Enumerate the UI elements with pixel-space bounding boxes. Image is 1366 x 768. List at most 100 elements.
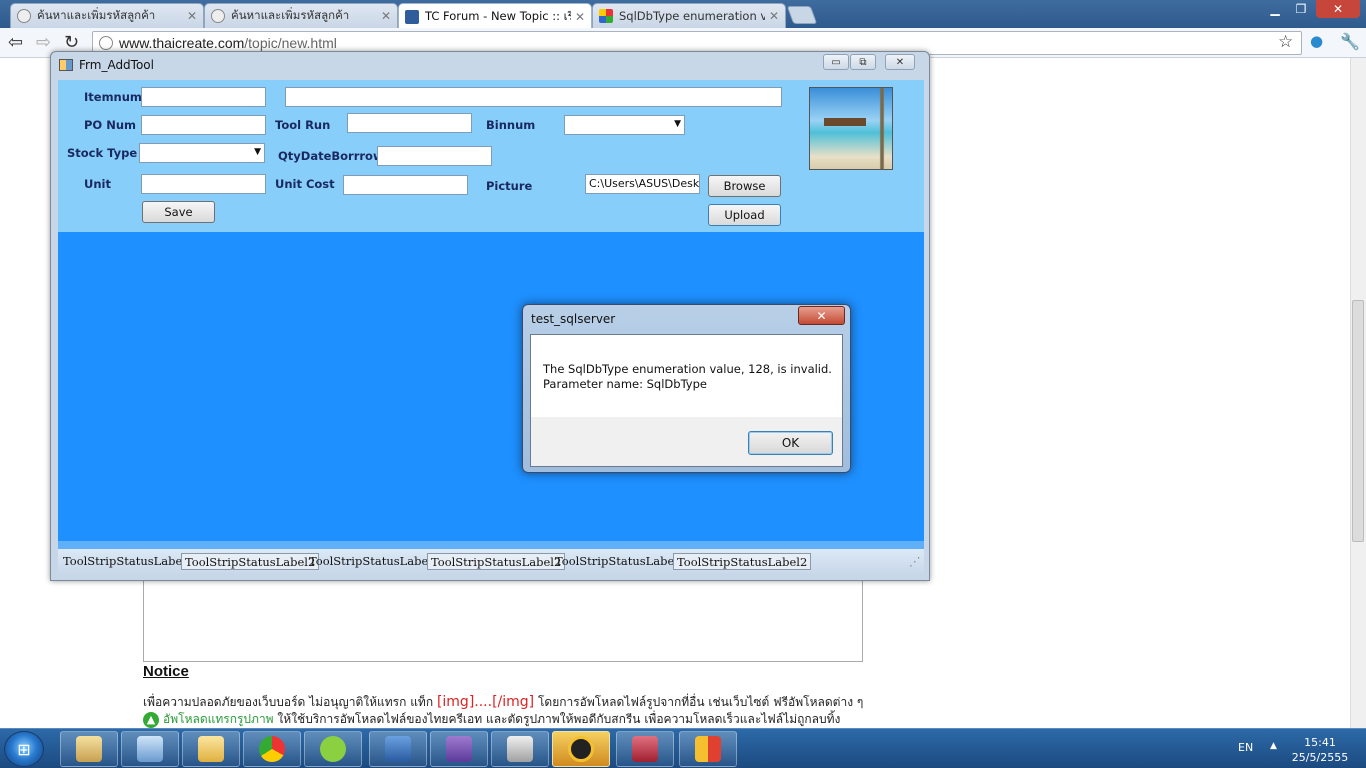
item-description-input[interactable] [285,87,782,107]
taskbar: ⊞ EN ▲ 15:41 25/5/2555 [0,728,1366,768]
access-icon [632,736,658,762]
status-label: ToolStripStatusLabel2 [673,553,812,570]
notice-line-2: ▲ อัพโหลดแทรกรูปภาพ ให้ใช้บริการอัพโหลดไฟ… [143,710,840,729]
maximize-icon[interactable]: ❐ [1288,0,1314,18]
taskbar-visualstudio-button[interactable] [430,731,488,767]
qty-date-borrow-input[interactable] [377,146,492,166]
status-strip: ToolStripStatusLabel1 ToolStripStatusLab… [58,541,924,574]
upload-arrow-icon: ▲ [143,712,159,728]
notice-text: เพื่อความปลอดภัยของเว็บบอร์ด ไม่อนุญาติใ… [143,695,437,709]
star-icon[interactable]: ☆ [1278,32,1293,52]
browser-tab-bar: ค้นหาและเพิ่มรหัสลูกค้า ✕ ค้นหาและเพิ่มร… [0,0,1366,29]
taskbar-tools-button[interactable] [491,731,549,767]
app-icon [568,736,594,762]
status-label: ToolStripStatusLabel1 [555,554,686,568]
taskbar-access-button[interactable] [616,731,674,767]
dropdown-arrow-icon: ▼ [674,119,681,129]
tab-label: ค้นหาและเพิ่มรหัสลูกค้า [231,8,350,22]
picture-path-input[interactable]: C:\Users\ASUS\Deskt [585,174,700,194]
language-indicator[interactable]: EN [1238,741,1253,754]
binnum-label: Binnum [486,118,536,132]
input-panel: Itemnum PO Num Tool Run Binnum ▼ Stock T… [58,80,924,232]
ok-button[interactable]: OK [748,431,833,455]
infinity-icon [446,736,472,762]
minimize-icon[interactable]: ▭ [823,54,849,70]
close-icon[interactable]: ✕ [885,54,915,70]
status-label: ToolStripStatusLabel1 [63,554,194,568]
folder-icon [76,736,102,762]
tab-close-icon[interactable]: ✕ [769,9,779,23]
window-titlebar[interactable]: Frm_AddTool ▭ ⧉ ✕ [51,52,929,80]
tab-close-icon[interactable]: ✕ [381,9,391,23]
maximize-icon[interactable]: ⧉ [850,54,876,70]
error-message: The SqlDbType enumeration value, 128, is… [543,362,832,392]
cube-icon [137,736,163,762]
notice-text: โดยการอัพโหลดไฟล์รูปจากที่อื่น เช่นเว็บไ… [534,695,864,709]
binnum-combobox[interactable]: ▼ [564,115,685,135]
taskbar-folder-button[interactable] [182,731,240,767]
skype-icon[interactable]: ● [1310,32,1323,50]
error-message-line: Parameter name: SqlDbType [543,377,707,391]
new-tab-button[interactable] [786,6,818,24]
google-icon [599,9,613,23]
upload-image-link[interactable]: อัพโหลดแทรกรูปภาพ [163,712,274,726]
clock[interactable]: 15:41 25/5/2555 [1290,735,1350,765]
taskbar-explorer-button[interactable] [60,731,118,767]
browser-tab-3-active[interactable]: TC Forum - New Topic :: เริ่ ✕ [398,3,592,29]
taskbar-gtalk-button[interactable] [304,731,362,767]
po-num-input[interactable] [141,115,266,135]
reload-icon[interactable]: ↻ [64,32,79,53]
tc-icon [405,9,419,24]
building-icon [385,736,411,762]
tools-icon [507,736,533,762]
tab-close-icon[interactable]: ✕ [575,10,585,24]
tab-label: SqlDbType enumeration val [619,9,765,23]
forward-arrow-icon[interactable]: ⇨ [36,32,51,53]
taskbar-active-app-button[interactable] [552,731,610,767]
unit-cost-input[interactable] [343,175,468,195]
page-scrollbar-thumb[interactable] [1352,300,1364,542]
tray-expand-icon[interactable]: ▲ [1270,741,1277,751]
tool-run-input[interactable] [347,113,472,133]
status-label: ToolStripStatusLabel2 [181,553,320,570]
stock-type-combobox[interactable]: ▼ [139,143,265,163]
unit-cost-label: Unit Cost [275,177,335,191]
itemnum-input[interactable] [141,87,266,107]
browser-tab-2[interactable]: ค้นหาและเพิ่มรหัสลูกค้า ✕ [204,3,398,28]
unit-label: Unit [84,177,111,191]
minimize-icon[interactable]: ▁ [1262,0,1288,18]
stock-type-label: Stock Type [67,146,138,160]
itemnum-label: Itemnum [84,90,142,104]
notice-text: ให้ใช้บริการอัพโหลดไฟล์ของไทยครีเอท และต… [273,712,841,726]
status-label: ToolStripStatusLabel2 [427,553,566,570]
taskbar-app-button[interactable] [369,731,427,767]
taskbar-chrome-button[interactable] [243,731,301,767]
browser-tab-1[interactable]: ค้นหาและเพิ่มรหัสลูกค้า ✕ [10,3,204,28]
notice-title: Notice [143,663,189,680]
upload-button[interactable]: Upload [708,204,781,226]
window-title: Frm_AddTool [79,58,154,72]
qty-date-borrow-label: QtyDateBorrrow [278,149,384,163]
resize-grip-icon[interactable]: ⋰ [906,553,924,570]
dropdown-arrow-icon: ▼ [254,147,261,157]
browse-button[interactable]: Browse [708,175,781,197]
chrome-icon [259,736,285,762]
form-icon [59,59,73,71]
taskbar-form-button[interactable] [679,731,737,767]
topic-textarea[interactable] [143,578,863,662]
unit-input[interactable] [141,174,266,194]
save-button[interactable]: Save [142,201,215,223]
form-icon [695,736,721,762]
error-message-box: test_sqlserver ✕ The SqlDbType enumerati… [522,304,851,473]
tab-label: TC Forum - New Topic :: เริ่ [425,8,571,23]
url-host: www.thaicreate.com [119,35,245,51]
close-icon[interactable]: ✕ [1316,0,1360,18]
windows-start-button[interactable]: ⊞ [4,731,44,767]
taskbar-app-button[interactable] [121,731,179,767]
tab-close-icon[interactable]: ✕ [187,9,197,23]
back-arrow-icon[interactable]: ⇦ [8,32,23,53]
wrench-icon[interactable]: 🔧 [1340,32,1360,51]
folder-icon [198,736,224,762]
close-icon[interactable]: ✕ [798,306,845,325]
browser-tab-4[interactable]: SqlDbType enumeration val ✕ [592,3,786,28]
